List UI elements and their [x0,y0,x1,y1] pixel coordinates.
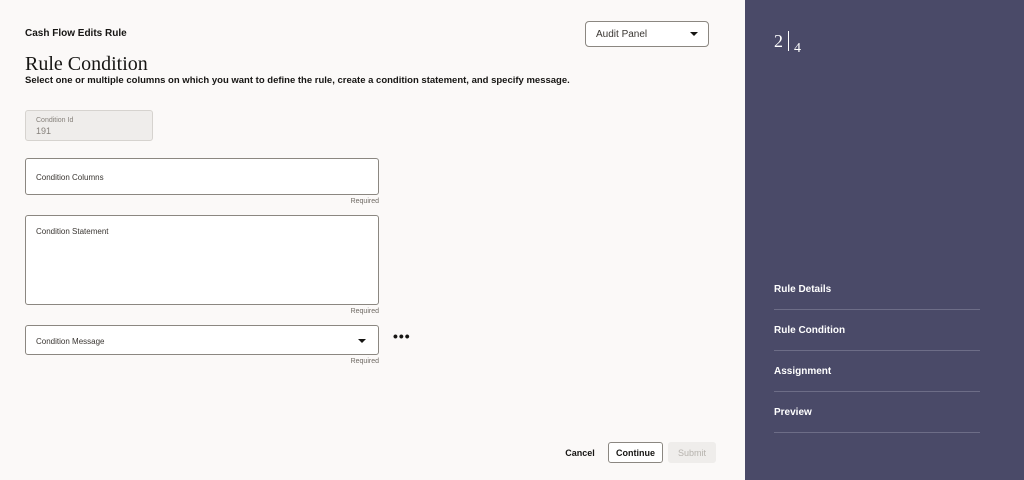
condition-id-label: Condition Id [36,117,74,124]
more-options-icon[interactable]: ••• [393,329,411,343]
train-step-assignment[interactable]: Assignment [774,351,980,392]
condition-message-select[interactable]: Condition Message [25,325,379,355]
chevron-down-icon [690,32,698,36]
step-divider [788,31,789,51]
continue-button[interactable]: Continue [608,442,663,463]
condition-columns-label: Condition Columns [36,173,104,182]
train-steps: Rule Details Rule Condition Assignment P… [774,269,980,433]
train-step-preview[interactable]: Preview [774,392,980,433]
audit-panel-select[interactable]: Audit Panel [585,21,709,47]
active-step-marker [716,324,723,338]
step-current: 2 [774,31,783,51]
cancel-button[interactable]: Cancel [560,442,600,463]
page-description: Select one or multiple columns on which … [25,75,570,86]
condition-statement-label: Condition Statement [36,227,109,236]
step-counter: 24 [774,31,801,56]
condition-message-label: Condition Message [36,337,105,346]
condition-id-field: Condition Id 191 [25,110,153,141]
train-step-rule-details[interactable]: Rule Details [774,269,980,310]
condition-columns-input[interactable]: Condition Columns [25,158,379,195]
audit-panel-select-value: Audit Panel [596,28,648,40]
condition-statement-textarea[interactable]: Condition Statement [25,215,379,305]
condition-message-required-hint: Required [350,358,379,365]
train-sidebar: 24 Rule Details Rule Condition Assignmen… [716,0,1024,480]
condition-statement-required-hint: Required [350,308,379,315]
train-step-rule-condition[interactable]: Rule Condition [774,310,980,351]
chevron-down-icon [358,339,366,343]
submit-button[interactable]: Submit [668,442,716,463]
condition-columns-required-hint: Required [350,198,379,205]
app-title: Cash Flow Edits Rule [25,28,127,39]
step-total: 4 [794,41,801,56]
page-title: Rule Condition [25,53,148,75]
condition-id-value: 191 [36,126,52,136]
main-panel: Cash Flow Edits Rule Audit Panel Rule Co… [0,0,745,480]
